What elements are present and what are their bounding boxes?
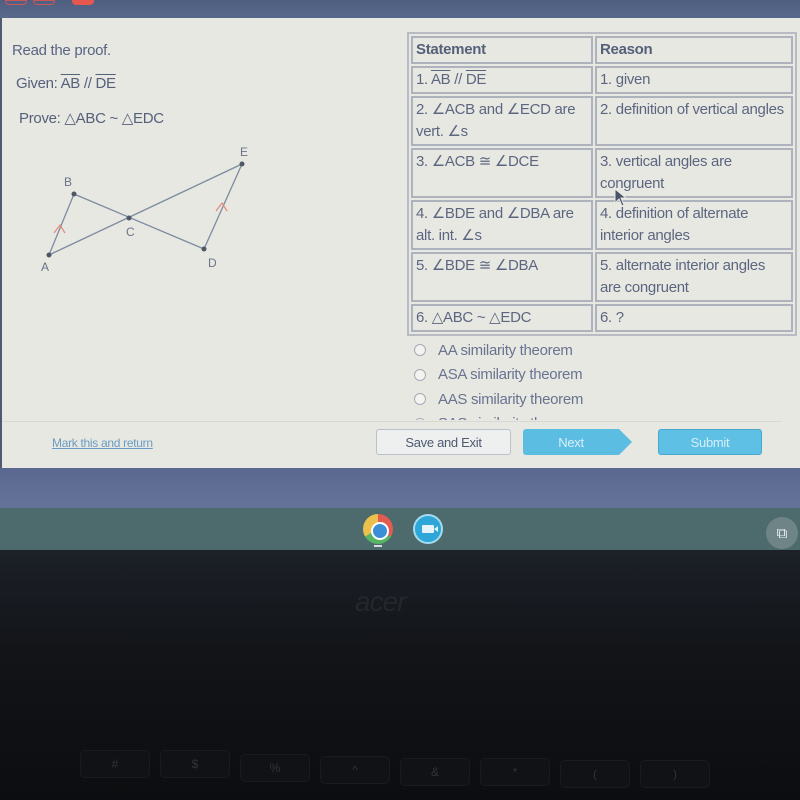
next-arrow-icon[interactable] — [619, 429, 632, 455]
brand-logo: acer — [355, 586, 406, 617]
next-button[interactable]: Next — [523, 429, 619, 455]
chrome-icon[interactable] — [363, 514, 393, 544]
active-app-indicator — [374, 545, 382, 547]
point-label-a: A — [41, 260, 49, 274]
geometry-figure: A B C D E — [32, 140, 262, 275]
overview-icon[interactable]: ⧉ — [766, 517, 798, 549]
window-tab-indicator[interactable] — [5, 0, 27, 5]
choice-label: AAS similarity theorem — [438, 390, 584, 408]
table-header-row: Statement Reason — [411, 36, 793, 64]
reason-cell: 5. alternate interior angles are congrue… — [595, 252, 793, 302]
choice-aa[interactable]: AA similarity theorem — [412, 338, 652, 363]
segment-bd — [73, 193, 205, 250]
os-shelf: ⧉ — [0, 508, 800, 550]
table-row: 1. AB // DE 1. given — [411, 66, 793, 94]
statement-cell: 2. ∠ACB and ∠ECD are vert. ∠s — [411, 96, 593, 146]
statement-cell: 1. AB // DE — [411, 66, 593, 94]
triangle-diagram: A B C D E — [41, 145, 248, 274]
key: ( — [560, 760, 630, 788]
reason-cell: 2. definition of vertical angles — [595, 96, 793, 146]
camera-glyph — [422, 525, 438, 533]
mark-and-return-link[interactable]: Mark this and return — [52, 436, 153, 450]
table-row: 6. △ABC ~ △EDC 6. ? — [411, 304, 793, 332]
video-meet-icon[interactable] — [413, 514, 443, 544]
given-statement: Given: AB // DE — [16, 75, 116, 92]
mouse-cursor-icon — [614, 188, 628, 207]
key: # — [80, 750, 150, 778]
key: % — [240, 754, 310, 782]
reason-header: Reason — [595, 36, 793, 64]
segment-ab: AB — [60, 75, 81, 92]
table-row: 4. ∠BDE and ∠DBA are alt. int. ∠s 4. def… — [411, 200, 793, 250]
statement-cell: 4. ∠BDE and ∠DBA are alt. int. ∠s — [411, 200, 593, 250]
laptop-bezel: acer # $ % ^ & * ( ) — [0, 550, 800, 800]
window-tab-indicator-active[interactable] — [72, 0, 94, 5]
point-a — [46, 252, 52, 258]
submit-button[interactable]: Submit — [658, 429, 762, 455]
point-label-e: E — [240, 145, 248, 159]
parallel-symbol: // — [80, 75, 96, 92]
choice-label: AA similarity theorem — [438, 341, 573, 359]
segment-ab: AB — [430, 71, 451, 88]
key: * — [480, 758, 550, 786]
reason-cell: 1. given — [595, 66, 793, 94]
point-label-c: C — [126, 225, 135, 239]
segment-de: DE — [95, 75, 117, 92]
radio-button[interactable] — [414, 417, 426, 420]
browser-top-bar — [0, 0, 800, 20]
footer-divider — [2, 421, 782, 422]
choice-label: ASA similarity theorem — [438, 366, 583, 384]
statement-cell: 5. ∠BDE ≅ ∠DBA — [411, 252, 593, 302]
key: $ — [160, 750, 230, 778]
key: ) — [640, 760, 710, 788]
table-row: 5. ∠BDE ≅ ∠DBA 5. alternate interior ang… — [411, 252, 793, 302]
point-b — [71, 191, 77, 197]
table-row: 2. ∠ACB and ∠ECD are vert. ∠s 2. definit… — [411, 96, 793, 146]
desktop-background — [0, 468, 800, 510]
point-label-b: B — [64, 175, 72, 189]
instruction-text: Read the proof. — [12, 42, 111, 59]
point-c — [126, 215, 132, 221]
point-label-d: D — [208, 256, 217, 270]
reason-cell: 6. ? — [595, 304, 793, 332]
parallel-symbol: // — [450, 71, 466, 88]
step-number: 1. — [416, 71, 431, 88]
key: & — [400, 758, 470, 786]
segment-de — [203, 163, 243, 250]
prove-statement: Prove: △ABC ~ △EDC — [19, 110, 164, 127]
statement-header: Statement — [411, 36, 593, 64]
segment-ab — [48, 193, 75, 256]
keyboard: # $ % ^ & * ( ) — [0, 710, 800, 800]
window-tab-indicator[interactable] — [33, 0, 55, 5]
radio-button[interactable] — [414, 368, 426, 381]
save-and-exit-button[interactable]: Save and Exit — [376, 429, 511, 455]
segment-ae — [48, 163, 243, 256]
proof-table: Statement Reason 1. AB // DE 1. given 2.… — [407, 32, 797, 336]
given-label: Given: — [16, 75, 61, 92]
point-e — [239, 161, 245, 167]
table-row: 3. ∠ACB ≅ ∠DCE 3. vertical angles are co… — [411, 148, 793, 198]
answer-choices: AA similarity theorem ASA similarity the… — [412, 338, 652, 420]
choice-asa[interactable]: ASA similarity theorem — [412, 363, 652, 388]
statement-cell: 3. ∠ACB ≅ ∠DCE — [411, 148, 593, 198]
radio-button[interactable] — [414, 393, 426, 406]
point-d — [201, 246, 207, 252]
choice-sas[interactable]: SAS similarity theorem — [412, 412, 652, 420]
key: ^ — [320, 756, 390, 784]
quiz-content: Read the proof. Given: AB // DE Prove: △… — [0, 18, 800, 468]
choice-aas[interactable]: AAS similarity theorem — [412, 387, 652, 412]
statement-cell: 6. △ABC ~ △EDC — [411, 304, 593, 332]
choice-label: SAS similarity theorem — [438, 415, 583, 420]
radio-button[interactable] — [414, 344, 426, 357]
segment-de: DE — [465, 71, 487, 88]
